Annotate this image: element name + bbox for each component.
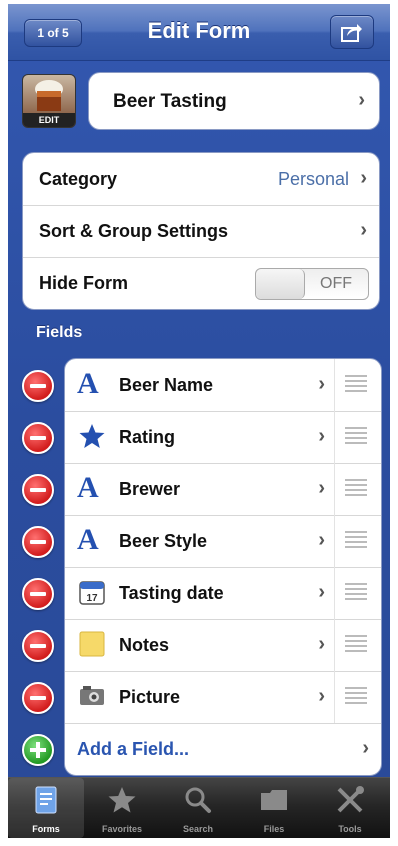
reorder-handle-icon[interactable] [345,375,367,395]
toggle-knob [256,269,305,299]
camera-icon [80,686,104,705]
calendar-icon: 17 [79,581,105,605]
hide-form-toggle[interactable]: OFF [255,268,369,300]
field-row[interactable]: A Beer Style › [65,515,381,568]
field-row[interactable]: 17 Tasting date › [65,567,381,620]
field-label: Picture [119,687,181,707]
beer-mug-icon [35,80,63,111]
tab-search[interactable]: Search [160,778,236,838]
field-label: Rating [119,427,175,447]
reorder-handle-icon[interactable] [345,687,367,707]
category-value: Personal [277,169,349,189]
settings-group: Category Personal › Sort & Group Setting… [22,152,380,310]
chevron-right-icon: › [318,633,325,655]
delete-field-button[interactable] [22,578,54,610]
tab-label: Files [263,824,285,834]
field-label: Brewer [119,479,181,499]
chevron-right-icon: › [318,425,325,447]
text-icon: A [77,471,99,504]
divider [334,515,335,567]
chevron-right-icon: › [358,89,365,111]
fields-list: A Beer Name › Rating › A Brewer › A Beer… [64,358,382,776]
add-field-label: Add a Field... [77,739,190,759]
screen: 1 of 5 Edit Form EDIT Beer Tasting › Cat… [8,4,390,838]
toggle-state: OFF [320,275,352,292]
divider [334,619,335,671]
tab-bar: Forms Favorites Search Files Tools [8,777,390,838]
svg-text:17: 17 [86,593,98,604]
divider [334,671,335,723]
fields-header: Fields [36,324,83,341]
delete-field-button[interactable] [22,682,54,714]
tab-label: Search [182,824,214,834]
field-label: Beer Name [119,375,214,395]
field-label: Tasting date [119,583,224,603]
tab-tools[interactable]: Tools [312,778,388,838]
forms-icon [35,786,57,814]
tab-label: Tools [338,824,362,834]
chevron-right-icon: › [318,581,325,603]
chevron-right-icon: › [318,529,325,551]
delete-field-button[interactable] [22,370,54,402]
chevron-right-icon: › [318,373,325,395]
note-icon [79,631,105,657]
form-icon-edit-button[interactable]: EDIT [22,74,76,128]
divider [334,463,335,515]
category-label: Category [39,169,118,189]
sort-group-label: Sort & Group Settings [39,221,228,241]
reorder-handle-icon[interactable] [345,427,367,447]
divider [334,411,335,463]
delete-field-button[interactable] [22,526,54,558]
add-field-row[interactable]: Add a Field... › [65,723,381,775]
reorder-handle-icon[interactable] [345,583,367,603]
hide-form-row: Hide Form OFF [23,257,379,309]
text-icon: A [77,367,99,400]
field-row[interactable]: Notes › [65,619,381,672]
form-name-row[interactable]: Beer Tasting › [88,72,380,130]
tab-forms[interactable]: Forms [8,778,84,838]
field-row[interactable]: A Brewer › [65,463,381,516]
field-row[interactable]: A Beer Name › [65,359,381,412]
divider [334,359,335,411]
reorder-handle-icon[interactable] [345,531,367,551]
edit-label: EDIT [23,113,75,127]
category-row[interactable]: Category Personal › [23,153,379,206]
chevron-right-icon: › [360,219,367,241]
share-button[interactable] [330,15,374,49]
reorder-handle-icon[interactable] [345,635,367,655]
nav-bar: 1 of 5 Edit Form [8,4,390,61]
hide-form-label: Hide Form [39,273,129,293]
star-icon [108,787,136,813]
tab-label: Favorites [101,824,143,834]
field-row[interactable]: Picture › [65,671,381,724]
field-label: Beer Style [119,531,208,551]
tab-label: Forms [32,824,60,834]
folder-icon [261,790,287,810]
divider [334,567,335,619]
delete-field-button[interactable] [22,474,54,506]
share-icon [341,24,362,42]
tab-favorites[interactable]: Favorites [84,778,160,838]
tools-icon [337,786,364,813]
search-icon [185,787,211,813]
chevron-right-icon: › [360,167,367,189]
chevron-right-icon: › [318,685,325,707]
chevron-right-icon: › [362,737,369,759]
tab-files[interactable]: Files [236,778,312,838]
star-icon [79,424,105,448]
chevron-right-icon: › [318,477,325,499]
delete-field-button[interactable] [22,630,54,662]
field-label: Notes [119,635,170,655]
delete-field-button[interactable] [22,422,54,454]
text-icon: A [77,523,99,556]
reorder-handle-icon[interactable] [345,479,367,499]
sort-group-row[interactable]: Sort & Group Settings › [23,205,379,258]
add-field-plus-button[interactable] [22,734,54,766]
form-name: Beer Tasting [113,91,227,112]
field-row[interactable]: Rating › [65,411,381,464]
